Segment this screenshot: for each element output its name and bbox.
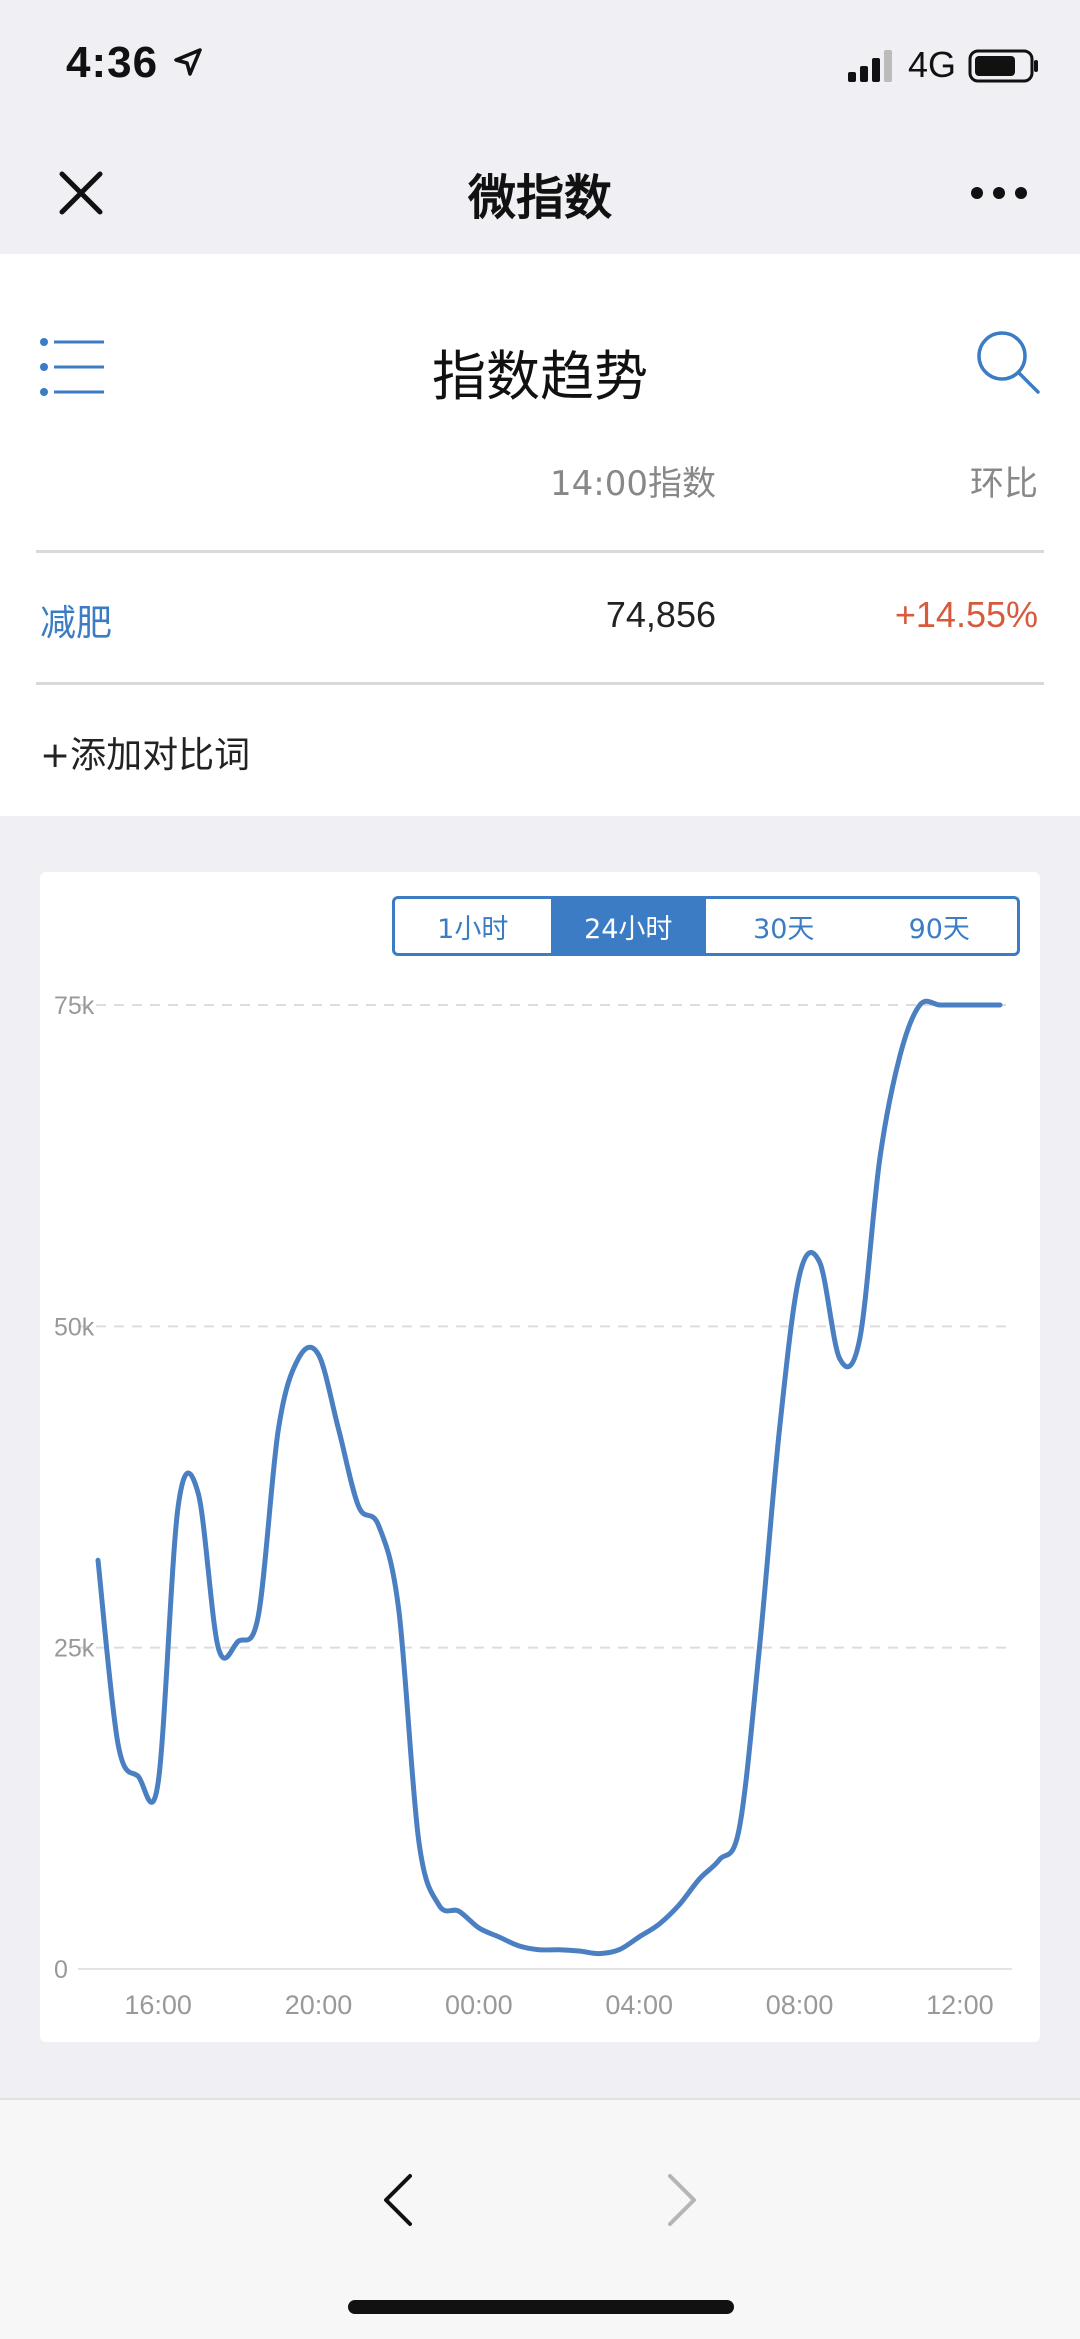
series-line	[95, 998, 1003, 1957]
status-bar: 4:36 4G	[0, 0, 1080, 130]
y-tick-label: 0	[54, 1956, 68, 1984]
home-indicator	[348, 2300, 734, 2314]
y-tick-label: 50k	[54, 1313, 95, 1341]
nav-bar: 微指数	[0, 130, 1080, 254]
more-dots-icon[interactable]	[968, 182, 1030, 204]
x-tick-label: 12:00	[926, 1990, 994, 2020]
chart-card: 1小时 24小时 30天 90天 0 25k 50k 75k 16:00 20:00 00:…	[40, 872, 1040, 2042]
x-tick-label: 00:00	[445, 1990, 513, 2020]
nav-title: 微指数	[467, 170, 612, 226]
y-tick-label: 75k	[54, 992, 95, 1020]
x-tick-label: 04:00	[605, 1990, 673, 2020]
panel-title: 指数趋势	[432, 345, 648, 408]
x-tick-label: 16:00	[124, 1990, 192, 2020]
chevron-right-icon[interactable]	[662, 2170, 702, 2230]
column-header-change: 环比	[970, 464, 1038, 504]
add-compare-term-button[interactable]: +添加对比词	[40, 726, 250, 778]
keyword-change-value: +14.55%	[894, 594, 1038, 635]
y-tick-label: 25k	[54, 1635, 95, 1663]
keyword-index-value: 74,856	[605, 594, 716, 635]
search-icon[interactable]	[974, 328, 1042, 396]
index-trend-panel: 指数趋势 14:00指数 环比 减肥 74,856 +14.55% +添加对比词	[0, 254, 1080, 816]
x-tick-label: 08:00	[766, 1990, 834, 2020]
divider	[36, 682, 1044, 685]
location-arrow-icon	[174, 48, 202, 76]
network-type: 4G	[908, 44, 957, 85]
signal-bars-icon	[848, 50, 892, 82]
keyword-term[interactable]: 减肥	[40, 594, 112, 646]
divider	[36, 550, 1044, 553]
column-header-index: 14:00指数	[550, 464, 716, 504]
trend-line-chart: 0 25k 50k 75k 16:00 20:00 00:00 04:00 08:00 12:00	[54, 992, 1012, 2020]
chevron-left-icon[interactable]	[378, 2170, 418, 2230]
status-time: 4:36	[66, 38, 159, 87]
battery-icon	[968, 49, 1038, 83]
x-tick-label: 20:00	[285, 1990, 353, 2020]
